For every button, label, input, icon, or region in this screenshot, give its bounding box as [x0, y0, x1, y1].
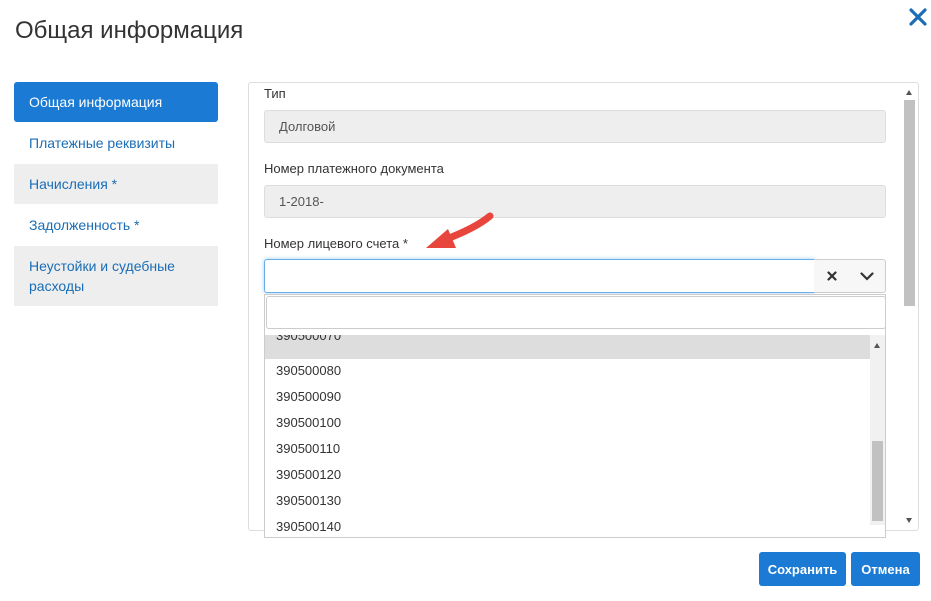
sidebar-item-payment-details[interactable]: Платежные реквизиты [14, 122, 218, 164]
type-label: Тип [264, 86, 286, 101]
sidebar-item-label: Общая информация [29, 94, 163, 110]
doc-number-field: 1-2018- [264, 185, 886, 218]
select-controls [814, 259, 886, 293]
account-number-select[interactable] [264, 259, 815, 293]
clear-button[interactable] [814, 260, 850, 292]
options-list: 390500070 390500080 390500090 390500100 … [265, 335, 870, 535]
list-item-highlighted[interactable]: 390500070 [265, 335, 870, 359]
close-icon [909, 8, 927, 26]
close-button[interactable] [903, 2, 931, 32]
red-arrow-annotation [426, 212, 494, 248]
list-item[interactable]: 390500110 [276, 436, 340, 462]
list-item[interactable]: 390500130 [276, 488, 341, 514]
list-item[interactable]: 390500140 [276, 514, 341, 535]
sidebar-item-penalties[interactable]: Неустойки и судебные расходы [14, 246, 218, 306]
option-label: 390500070 [276, 335, 342, 343]
list-item[interactable]: 390500090 [276, 384, 341, 410]
account-dropdown: 390500070 390500080 390500090 390500100 … [264, 294, 886, 538]
list-item[interactable]: 390500100 [276, 410, 341, 436]
list-item[interactable]: 390500120 [276, 462, 341, 488]
dropdown-scrollbar[interactable] [870, 335, 885, 525]
sidebar-item-label: Платежные реквизиты [29, 135, 176, 151]
chevron-down-icon [860, 271, 874, 281]
save-button[interactable]: Сохранить [759, 552, 846, 586]
scrollbar-thumb[interactable] [872, 441, 883, 521]
clear-icon [827, 271, 837, 281]
dropdown-toggle-button[interactable] [850, 260, 886, 292]
account-number-label: Номер лицевого счета * [264, 236, 408, 251]
list-item[interactable]: 390500080 [276, 358, 341, 384]
sidebar-item-charges[interactable]: Начисления * [14, 164, 218, 204]
scroll-up-icon[interactable] [874, 343, 880, 348]
doc-number-label: Номер платежного документа [264, 161, 444, 176]
panel-scrollbar[interactable] [902, 84, 917, 530]
scrollbar-thumb[interactable] [904, 100, 915, 306]
dropdown-search-input[interactable] [266, 296, 885, 329]
sidebar-item-general-info[interactable]: Общая информация [14, 82, 218, 122]
dialog-title: Общая информация [15, 17, 244, 44]
sidebar-item-label: Задолженность * [29, 217, 140, 233]
sidebar-item-debt[interactable]: Задолженность * [14, 204, 218, 246]
sidebar-item-label: Неустойки и судебные расходы [29, 258, 175, 294]
type-field: Долговой [264, 110, 886, 143]
sidebar: Общая информация Платежные реквизиты Нач… [14, 82, 218, 306]
cancel-button[interactable]: Отмена [851, 552, 920, 586]
scroll-down-icon[interactable] [906, 518, 912, 523]
sidebar-item-label: Начисления * [29, 176, 118, 192]
scroll-up-icon[interactable] [906, 90, 912, 95]
